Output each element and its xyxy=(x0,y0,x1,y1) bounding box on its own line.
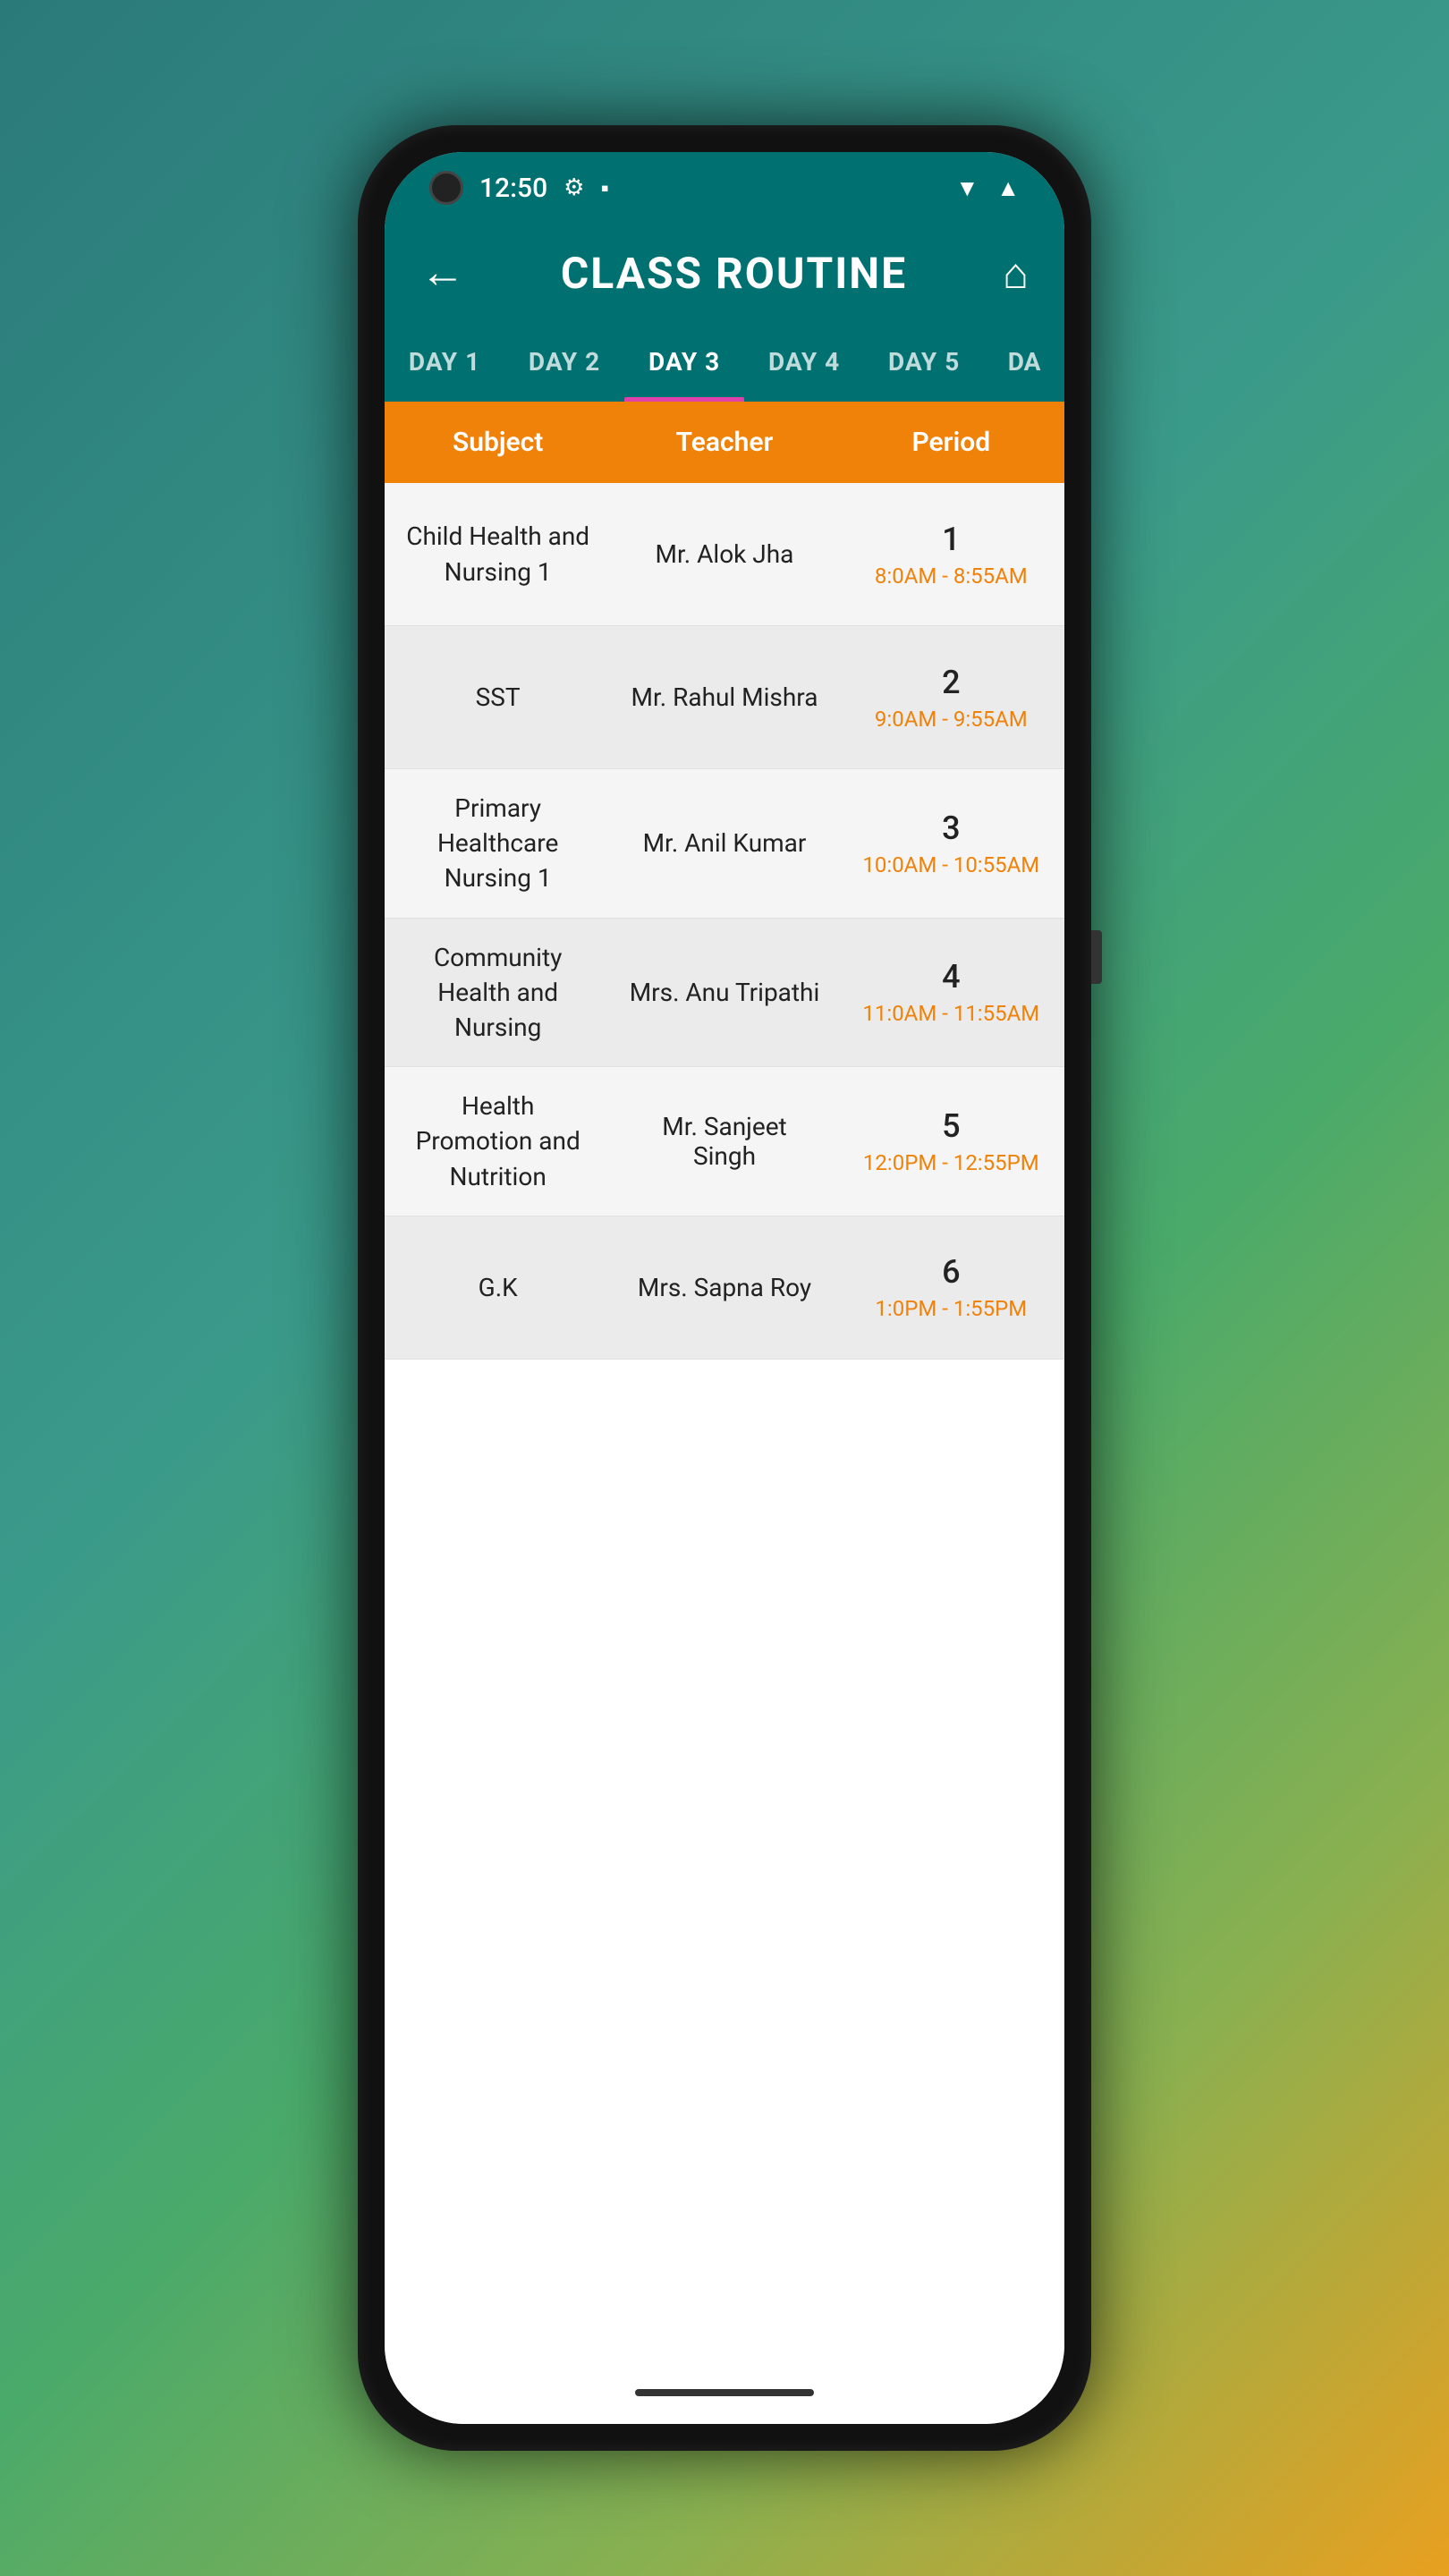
phone-screen: 12:50 ⚙ ▪ ▼ ▲ ← CLASS ROUTINE ⌂ DAY 1 DA… xyxy=(385,152,1064,2424)
status-left: 12:50 ⚙ ▪ xyxy=(429,171,609,205)
header-teacher: Teacher xyxy=(611,402,837,483)
signal-icon: ▲ xyxy=(996,174,1020,202)
period-cell-5: 5 12:0PM - 12:55PM xyxy=(838,1086,1064,1197)
teacher-cell-3: Mr. Anil Kumar xyxy=(611,807,837,879)
period-number-5: 5 xyxy=(942,1107,960,1145)
page-title: CLASS ROUTINE xyxy=(561,248,907,299)
table-empty-row xyxy=(385,1360,1064,1467)
status-bar: 12:50 ⚙ ▪ ▼ ▲ xyxy=(385,152,1064,224)
header-subject: Subject xyxy=(385,402,611,483)
subject-cell-3: Primary Healthcare Nursing 1 xyxy=(385,769,611,918)
table-row: Health Promotion and Nutrition Mr. Sanje… xyxy=(385,1067,1064,1216)
subject-cell-2: SST xyxy=(385,658,611,736)
tab-day4[interactable]: DAY 4 xyxy=(744,322,864,402)
table-row: Primary Healthcare Nursing 1 Mr. Anil Ku… xyxy=(385,769,1064,919)
app-bar: ← CLASS ROUTINE ⌂ xyxy=(385,224,1064,322)
period-number-4: 4 xyxy=(942,958,960,996)
subject-cell-4: Community Health and Nursing xyxy=(385,919,611,1067)
period-time-5: 12:0PM - 12:55PM xyxy=(863,1150,1039,1175)
tab-day2[interactable]: DAY 2 xyxy=(504,322,624,402)
subject-cell-6: G.K xyxy=(385,1249,611,1326)
side-button xyxy=(1091,930,1102,984)
period-number-2: 2 xyxy=(942,664,960,701)
teacher-cell-5: Mr. Sanjeet Singh xyxy=(611,1090,837,1192)
period-cell-6: 6 1:0PM - 1:55PM xyxy=(838,1232,1064,1343)
period-number-1: 1 xyxy=(942,521,960,558)
period-number-6: 6 xyxy=(942,1253,960,1291)
home-button[interactable]: ⌂ xyxy=(1003,248,1029,299)
table-row: Child Health and Nursing 1 Mr. Alok Jha … xyxy=(385,483,1064,626)
teacher-cell-4: Mrs. Anu Tripathi xyxy=(611,956,837,1029)
status-right: ▼ ▲ xyxy=(956,174,1020,202)
tab-day1[interactable]: DAY 1 xyxy=(385,322,504,402)
tab-day5[interactable]: DAY 5 xyxy=(864,322,984,402)
settings-status-icon: ⚙ xyxy=(564,174,584,201)
period-time-2: 9:0AM - 9:55AM xyxy=(875,707,1028,732)
subject-cell-5: Health Promotion and Nutrition xyxy=(385,1067,611,1216)
table-row: SST Mr. Rahul Mishra 2 9:0AM - 9:55AM xyxy=(385,626,1064,769)
table-header: Subject Teacher Period xyxy=(385,402,1064,483)
table-row: Community Health and Nursing Mrs. Anu Tr… xyxy=(385,919,1064,1068)
teacher-cell-6: Mrs. Sapna Roy xyxy=(611,1251,837,1324)
period-time-4: 11:0AM - 11:55AM xyxy=(862,1001,1039,1026)
period-time-1: 8:0AM - 8:55AM xyxy=(875,564,1028,589)
back-button[interactable]: ← xyxy=(420,250,465,295)
teacher-cell-2: Mr. Rahul Mishra xyxy=(611,661,837,733)
period-time-6: 1:0PM - 1:55PM xyxy=(875,1296,1027,1321)
tab-day3[interactable]: DAY 3 xyxy=(624,322,744,402)
camera-dot xyxy=(429,171,463,205)
bottom-bar xyxy=(385,2361,1064,2424)
day-tabs-container: DAY 1 DAY 2 DAY 3 DAY 4 DAY 5 DA xyxy=(385,322,1064,402)
status-time: 12:50 xyxy=(479,173,547,204)
schedule-table: Child Health and Nursing 1 Mr. Alok Jha … xyxy=(385,483,1064,2361)
sim-status-icon: ▪ xyxy=(600,174,608,202)
table-row: G.K Mrs. Sapna Roy 6 1:0PM - 1:55PM xyxy=(385,1216,1064,1360)
teacher-cell-1: Mr. Alok Jha xyxy=(611,518,837,590)
period-cell-3: 3 10:0AM - 10:55AM xyxy=(838,788,1064,899)
wifi-icon: ▼ xyxy=(956,174,979,202)
period-number-3: 3 xyxy=(942,809,960,847)
period-time-3: 10:0AM - 10:55AM xyxy=(862,852,1039,877)
period-cell-4: 4 11:0AM - 11:55AM xyxy=(838,936,1064,1047)
tab-day6-partial[interactable]: DA xyxy=(984,322,1064,402)
phone-frame: 12:50 ⚙ ▪ ▼ ▲ ← CLASS ROUTINE ⌂ DAY 1 DA… xyxy=(358,125,1091,2451)
period-cell-1: 1 8:0AM - 8:55AM xyxy=(838,499,1064,610)
subject-cell-1: Child Health and Nursing 1 xyxy=(385,497,611,610)
header-period: Period xyxy=(838,402,1064,483)
home-indicator xyxy=(635,2389,814,2396)
period-cell-2: 2 9:0AM - 9:55AM xyxy=(838,642,1064,753)
